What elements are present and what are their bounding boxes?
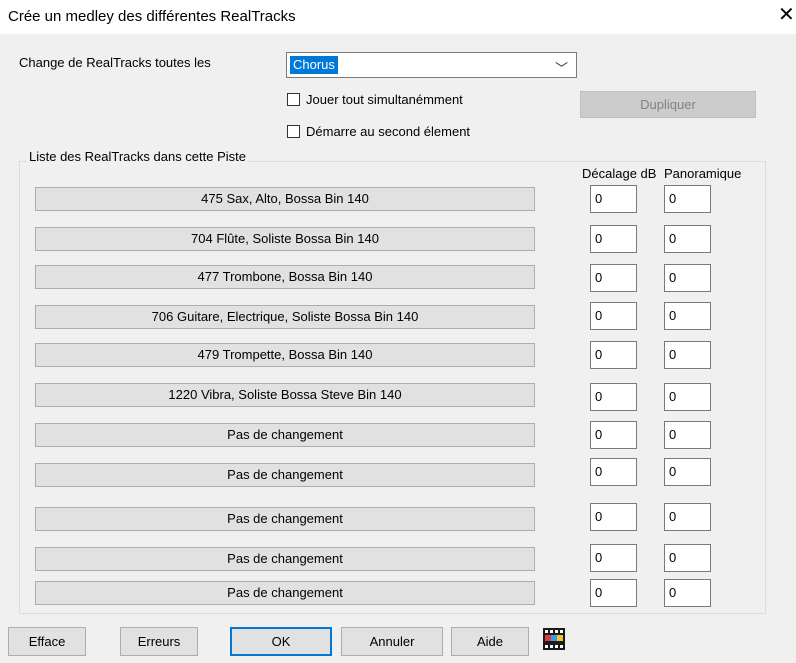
change-every-selected: Chorus: [290, 56, 338, 74]
offset-db-field[interactable]: 0: [590, 383, 637, 411]
offset-db-field[interactable]: 0: [590, 225, 637, 253]
realtrack-button[interactable]: 479 Trompette, Bossa Bin 140: [35, 343, 535, 367]
clear-button[interactable]: Efface: [8, 627, 86, 656]
pan-field[interactable]: 0: [664, 458, 711, 486]
pan-field[interactable]: 0: [664, 341, 711, 369]
close-icon[interactable]: ✕: [778, 5, 795, 25]
realtracks-group-title: Liste des RealTracks dans cette Piste: [27, 149, 249, 164]
offset-db-field[interactable]: 0: [590, 544, 637, 572]
play-all-label: Jouer tout simultanémment: [306, 92, 463, 107]
change-every-label: Change de RealTracks toutes les: [19, 55, 211, 70]
pan-field[interactable]: 0: [664, 264, 711, 292]
realtrack-button[interactable]: Pas de changement: [35, 423, 535, 447]
start-second-label: Démarre au second élement: [306, 124, 471, 139]
ok-button[interactable]: OK: [230, 627, 332, 656]
pan-field[interactable]: 0: [664, 579, 711, 607]
cancel-button[interactable]: Annuler: [341, 627, 443, 656]
realtrack-button[interactable]: 1220 Vibra, Soliste Bossa Steve Bin 140: [35, 383, 535, 407]
realtrack-button[interactable]: Pas de changement: [35, 547, 535, 571]
realtrack-button[interactable]: 475 Sax, Alto, Bossa Bin 140: [35, 187, 535, 211]
errors-button[interactable]: Erreurs: [120, 627, 198, 656]
pan-field[interactable]: 0: [664, 302, 711, 330]
realtrack-button[interactable]: 706 Guitare, Electrique, Soliste Bossa B…: [35, 305, 535, 329]
offset-db-field[interactable]: 0: [590, 264, 637, 292]
medley-dialog: Crée un medley des différentes RealTrack…: [0, 0, 796, 663]
offset-db-field[interactable]: 0: [590, 185, 637, 213]
start-second-checkbox[interactable]: [287, 125, 300, 138]
title-bar: Crée un medley des différentes RealTrack…: [0, 0, 796, 34]
realtrack-button[interactable]: 704 Flûte, Soliste Bossa Bin 140: [35, 227, 535, 251]
realtrack-button[interactable]: Pas de changement: [35, 581, 535, 605]
pan-field[interactable]: 0: [664, 185, 711, 213]
offset-db-field[interactable]: 0: [590, 503, 637, 531]
pan-header: Panoramique: [664, 166, 742, 181]
change-every-dropdown[interactable]: Chorus ﹀: [286, 52, 577, 78]
help-button[interactable]: Aide: [451, 627, 529, 656]
window-title: Crée un medley des différentes RealTrack…: [8, 8, 296, 25]
film-clapper-icon[interactable]: [543, 628, 565, 650]
pan-field[interactable]: 0: [664, 503, 711, 531]
chevron-down-icon[interactable]: ﹀: [555, 58, 568, 77]
offset-db-field[interactable]: 0: [590, 302, 637, 330]
offset-db-header: Décalage dB: [582, 166, 657, 181]
pan-field[interactable]: 0: [664, 225, 711, 253]
realtrack-button[interactable]: 477 Trombone, Bossa Bin 140: [35, 265, 535, 289]
play-all-checkbox[interactable]: [287, 93, 300, 106]
offset-db-field[interactable]: 0: [590, 341, 637, 369]
pan-field[interactable]: 0: [664, 421, 711, 449]
offset-db-field[interactable]: 0: [590, 458, 637, 486]
offset-db-field[interactable]: 0: [590, 579, 637, 607]
duplicate-button[interactable]: Dupliquer: [580, 91, 756, 118]
pan-field[interactable]: 0: [664, 544, 711, 572]
pan-field[interactable]: 0: [664, 383, 711, 411]
realtrack-button[interactable]: Pas de changement: [35, 507, 535, 531]
offset-db-field[interactable]: 0: [590, 421, 637, 449]
realtrack-button[interactable]: Pas de changement: [35, 463, 535, 487]
